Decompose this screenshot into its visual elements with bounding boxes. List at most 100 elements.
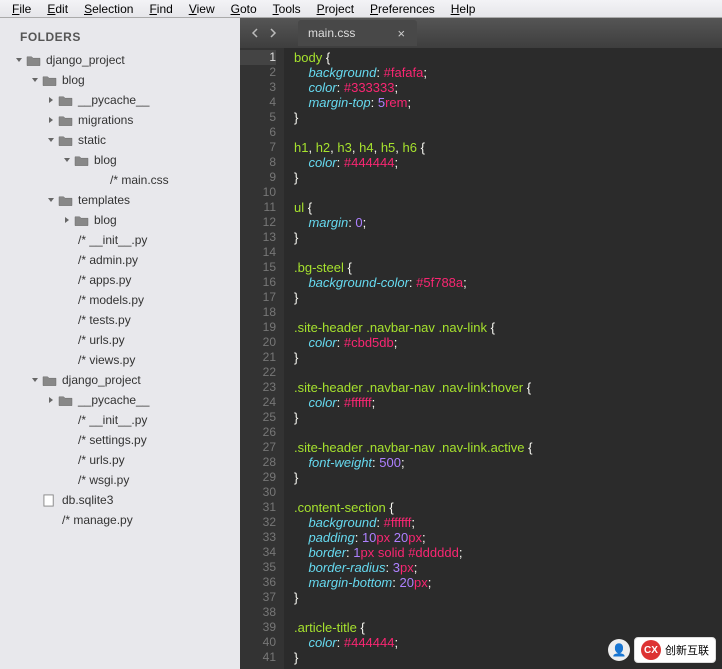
file-settings.py[interactable]: /* settings.py [4,430,240,450]
code-line[interactable] [294,365,722,380]
chevron-down-icon[interactable] [30,75,40,85]
folder-django_project[interactable]: django_project [4,50,240,70]
code-line[interactable]: background: #fafafa; [294,65,722,80]
code-line[interactable]: } [294,170,722,185]
chevron-right-icon[interactable] [62,215,72,225]
chevron-right-icon[interactable] [46,115,56,125]
folder-blog[interactable]: blog [4,150,240,170]
file-models.py[interactable]: /* models.py [4,290,240,310]
file-admin.py[interactable]: /* admin.py [4,250,240,270]
code-line[interactable]: .site-header .navbar-nav .nav-link:hover… [294,380,722,395]
menu-goto[interactable]: Goto [231,2,257,16]
file-manage.py[interactable]: /* manage.py [4,510,240,530]
code-line[interactable]: } [294,110,722,125]
chevron-down-icon[interactable] [46,195,56,205]
chevron-down-icon[interactable] [62,155,72,165]
folder-templates[interactable]: templates [4,190,240,210]
folder-static[interactable]: static [4,130,240,150]
code-line[interactable]: color: #ffffff; [294,395,722,410]
code-line[interactable]: border: 1px solid #dddddd; [294,545,722,560]
code-line[interactable] [294,485,722,500]
code-line[interactable]: color: #333333; [294,80,722,95]
workspace: FOLDERS django_projectblog__pycache__mig… [0,18,722,669]
tab-label: main.css [308,26,355,40]
folder-__pycache__[interactable]: __pycache__ [4,90,240,110]
code-line[interactable]: ul { [294,200,722,215]
code-line[interactable]: margin-top: 5rem; [294,95,722,110]
code-line[interactable]: margin: 0; [294,215,722,230]
code-line[interactable]: color: #444444; [294,155,722,170]
chevron-down-icon[interactable] [46,135,56,145]
folder-__pycache__[interactable]: __pycache__ [4,390,240,410]
folder-blog[interactable]: blog [4,70,240,90]
code-editor[interactable]: 1234567891011121314151617181920212223242… [240,48,722,669]
code-line[interactable] [294,305,722,320]
menu-project[interactable]: Project [317,2,354,16]
tree-item-label: db.sqlite3 [62,493,113,507]
file-__init__.py[interactable]: /* __init__.py [4,230,240,250]
file-apps.py[interactable]: /* apps.py [4,270,240,290]
menu-help[interactable]: Help [451,2,476,16]
code-line[interactable]: background-color: #5f788a; [294,275,722,290]
file-__init__.py[interactable]: /* __init__.py [4,410,240,430]
file-main.css[interactable]: /* main.css [4,170,240,190]
code-line[interactable] [294,605,722,620]
file-urls.py[interactable]: /* urls.py [4,450,240,470]
file-wsgi.py[interactable]: /* wsgi.py [4,470,240,490]
code-line[interactable] [294,245,722,260]
close-icon[interactable]: × [395,27,407,39]
file-db.sqlite3[interactable]: db.sqlite3 [4,490,240,510]
menu-file[interactable]: File [12,2,31,16]
menu-find[interactable]: Find [149,2,172,16]
folder-django_project[interactable]: django_project [4,370,240,390]
code-line[interactable] [294,425,722,440]
code-line[interactable]: border-radius: 3px; [294,560,722,575]
line-number: 17 [240,290,276,305]
code-line[interactable]: .site-header .navbar-nav .nav-link { [294,320,722,335]
code-line[interactable]: .article-title { [294,620,722,635]
chevron-down-icon[interactable] [30,375,40,385]
file-views.py[interactable]: /* views.py [4,350,240,370]
code-line[interactable] [294,125,722,140]
code-line[interactable]: color: #cbd5db; [294,335,722,350]
code-line[interactable] [294,185,722,200]
code-line[interactable]: } [294,230,722,245]
menu-preferences[interactable]: Preferences [370,2,435,16]
chevron-down-icon[interactable] [14,55,24,65]
folder-blog[interactable]: blog [4,210,240,230]
file-icon [58,453,74,467]
code-line[interactable]: h1, h2, h3, h4, h5, h6 { [294,140,722,155]
code-line[interactable]: font-weight: 500; [294,455,722,470]
line-number: 6 [240,125,276,140]
menu-edit[interactable]: Edit [47,2,68,16]
chevron-right-icon[interactable] [46,95,56,105]
code-line[interactable]: .bg-steel { [294,260,722,275]
file-urls.py[interactable]: /* urls.py [4,330,240,350]
code-line[interactable]: .content-section { [294,500,722,515]
code-line[interactable]: } [294,350,722,365]
code-line[interactable]: padding: 10px 20px; [294,530,722,545]
code-line[interactable]: background: #ffffff; [294,515,722,530]
code-line[interactable]: } [294,470,722,485]
code-line[interactable]: body { [294,50,722,65]
line-number: 25 [240,410,276,425]
folder-migrations[interactable]: migrations [4,110,240,130]
code-line[interactable]: } [294,290,722,305]
menu-view[interactable]: View [189,2,215,16]
menu-selection[interactable]: Selection [84,2,133,16]
cx-icon: CX [641,640,661,660]
nav-forward-icon[interactable] [266,26,280,40]
chevron-right-icon[interactable] [46,395,56,405]
tree-item-label: /* urls.py [78,453,125,467]
tab-main-css[interactable]: main.css × [298,20,417,46]
code-line[interactable]: } [294,410,722,425]
code-body[interactable]: body { background: #fafafa; color: #3333… [284,48,722,669]
menu-tools[interactable]: Tools [273,2,301,16]
nav-back-icon[interactable] [248,26,262,40]
tree-item-label: /* settings.py [78,433,147,447]
file-tests.py[interactable]: /* tests.py [4,310,240,330]
code-line[interactable]: .site-header .navbar-nav .nav-link.activ… [294,440,722,455]
code-line[interactable]: } [294,590,722,605]
code-line[interactable]: margin-bottom: 20px; [294,575,722,590]
folder-icon [58,393,74,407]
